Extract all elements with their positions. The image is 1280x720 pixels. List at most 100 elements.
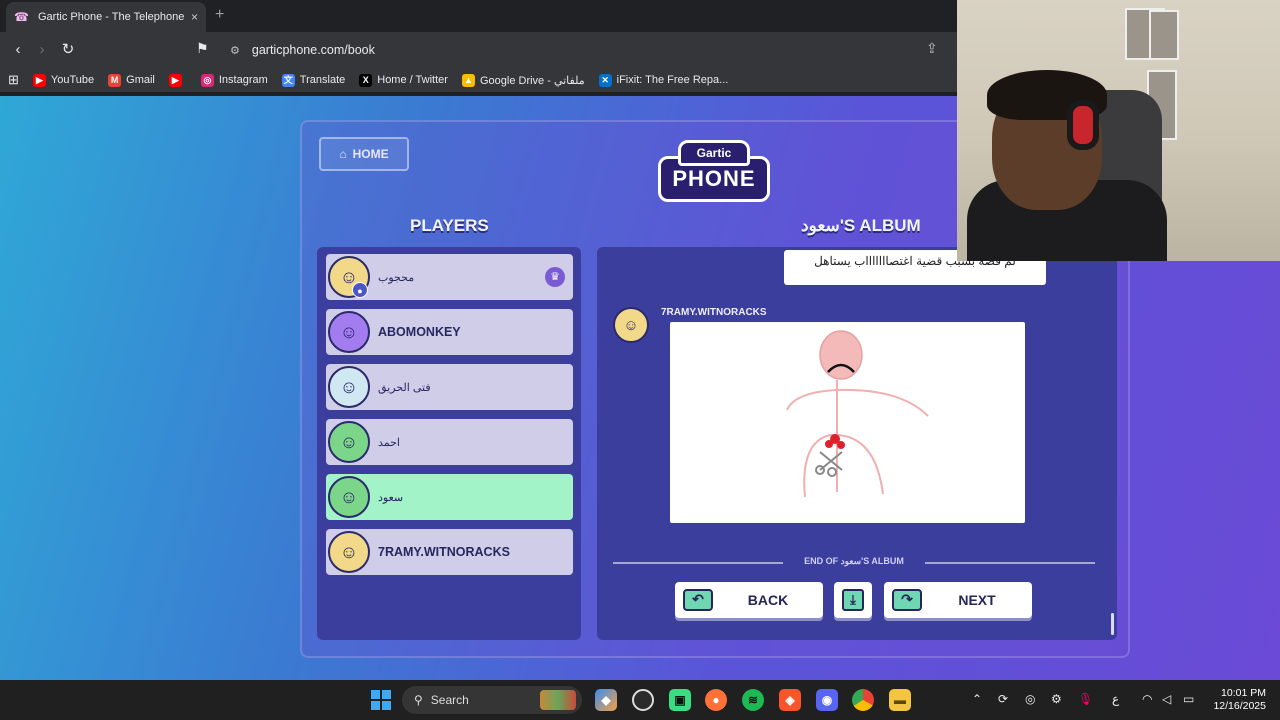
album-scrollbar[interactable] [1111, 613, 1114, 635]
bookmark-item[interactable]: ✕ iFixit: The Free Repa... [598, 73, 728, 87]
brave-icon[interactable]: ◈ [779, 689, 801, 711]
system-clock[interactable]: 10:01 PM 12/16/2025 [1213, 687, 1266, 713]
browser-toolbar: ‹ › ↻ ⚑ ⚙ garticphone.com/book ⇪ [0, 32, 957, 68]
share-icon[interactable]: ⇪ [926, 40, 938, 57]
player-row[interactable]: ☺ ● محجوب ♛ [326, 254, 573, 300]
stick-figure-drawing [786, 330, 929, 498]
back-arrow-icon[interactable]: ‹ [8, 40, 28, 60]
file-explorer-icon[interactable]: ▬ [889, 689, 911, 711]
player-name: احمد [378, 436, 400, 449]
player-name: ABOMONKEY [378, 325, 461, 339]
apps-grid-icon[interactable]: ⊞ [8, 72, 19, 88]
home-label: HOME [352, 147, 389, 161]
address-bar[interactable]: ⚙ garticphone.com/book [222, 37, 952, 63]
gartic-favicon-icon: ☎ [14, 10, 29, 24]
bookmark-label: Instagram [218, 74, 268, 86]
windows-taskbar: ⚲ Search ◆ ▣ ● ≋ ◈ ◉ ▬ ⌃ ⟳ ◎ ⚙ 🎙 ع ◠ ◁ ▭… [0, 680, 1280, 720]
instagram-icon: ◎ [200, 73, 214, 87]
drawing-canvas [670, 322, 1025, 523]
home-icon: ⌂ [339, 147, 347, 161]
author-name: 7RAMY.WITNORACKS [661, 307, 767, 318]
forward-arrow-icon[interactable]: › [32, 40, 52, 60]
next-button[interactable]: ↷ NEXT [884, 582, 1032, 618]
site-info-icon[interactable]: ⚙ [230, 44, 240, 57]
players-title: PLAYERS [410, 216, 489, 235]
google-drive-icon: ▲ [461, 73, 475, 87]
bookmark-label: Gmail [126, 74, 155, 86]
player-avatar: ☺ [328, 531, 370, 573]
search-icon: ⚲ [414, 693, 423, 707]
microphone-icon[interactable]: 🎙 [1078, 692, 1093, 706]
url-text: garticphone.com/book [251, 43, 375, 57]
start-button[interactable] [371, 690, 391, 710]
bookmark-label: Home / Twitter [377, 74, 448, 86]
bookmarks-bar: ⊞ ▶ YouTube M Gmail ▶ ◎ Instagram 文 Translate X Ho… [0, 68, 957, 92]
chrome-icon[interactable] [852, 689, 874, 711]
clock-date: 12/16/2025 [1213, 700, 1266, 712]
app-circle-icon[interactable] [632, 689, 654, 711]
album-panel: لم قصة بسبب قضية اغتصاااااااب يستاهل ☺ 7… [597, 247, 1117, 640]
download-icon: ⤓ [842, 589, 864, 611]
home-button[interactable]: ⌂ HOME [319, 137, 409, 171]
player-name: سعود [378, 491, 404, 504]
close-tab-icon[interactable]: × [191, 10, 198, 24]
player-row[interactable]: ☺ احمد [326, 419, 573, 465]
android-studio-icon[interactable]: ▣ [669, 689, 691, 711]
steam-icon[interactable]: ⚙ [1051, 692, 1062, 706]
wifi-icon[interactable]: ◠ [1142, 692, 1152, 706]
volume-icon[interactable]: ◁ [1162, 692, 1171, 706]
player-row[interactable]: ☺ سعود [326, 474, 573, 520]
gartic-phone-logo: Gartic PHONE [658, 138, 770, 206]
bookmark-item[interactable]: M Gmail [108, 73, 155, 87]
back-button[interactable]: ↶ BACK [675, 582, 823, 618]
reload-icon[interactable]: ↻ [58, 40, 78, 60]
player-row[interactable]: ☺ فتى الحريق [326, 364, 573, 410]
bookmark-item[interactable]: ▲ Google Drive - ملفاتي [461, 73, 585, 87]
player-row[interactable]: ☺ ABOMONKEY [326, 309, 573, 355]
copilot-icon[interactable]: ◆ [595, 689, 617, 711]
bookmark-item[interactable]: 文 Translate [281, 73, 345, 87]
tray-overflow-icon[interactable]: ⌃ [972, 692, 982, 706]
bookmark-label: Google Drive - ملفاتي [479, 74, 585, 87]
bookmark-item[interactable]: ◎ Instagram [200, 73, 268, 87]
taskbar-search[interactable]: ⚲ Search [402, 686, 582, 714]
player-avatar: ☺ [328, 421, 370, 463]
album-title: سعود'S ALBUM [801, 216, 921, 235]
player-avatar: ☺ [328, 366, 370, 408]
end-of-album-label: END OF سعود'S ALBUM [804, 556, 904, 566]
player-row[interactable]: ☺ 7RAMY.WITNORACKS [326, 529, 573, 575]
player-avatar: ☺ [328, 476, 370, 518]
battery-icon[interactable]: ▭ [1183, 692, 1194, 706]
user-badge-icon: ● [352, 282, 368, 298]
sync-icon[interactable]: ⟳ [998, 692, 1008, 706]
bookmark-item[interactable]: ▶ [168, 73, 187, 87]
player-name: 7RAMY.WITNORACKS [378, 545, 510, 559]
next-arrow-icon: ↷ [892, 589, 922, 611]
tab-bar: ☎ Gartic Phone - The Telephone Game × + [0, 0, 957, 32]
spotify-icon[interactable]: ≋ [742, 689, 764, 711]
browser-tab[interactable]: ☎ Gartic Phone - The Telephone Game × [6, 2, 206, 32]
new-tab-button[interactable]: + [215, 6, 224, 24]
ifixit-icon: ✕ [598, 73, 612, 87]
gmail-icon: M [108, 73, 122, 87]
youtube-icon: ▶ [32, 73, 46, 87]
bookmark-icon[interactable]: ⚑ [196, 40, 209, 57]
translate-icon: 文 [281, 73, 295, 87]
players-panel: ☺ ● محجوب ♛ ☺ ABOMONKEY ☺ فتى الحريق ☺ احمد ☺ سعود ☺… [317, 247, 581, 640]
back-arrow-icon: ↶ [683, 589, 713, 611]
firefox-icon[interactable]: ● [705, 689, 727, 711]
app-tray-icon[interactable]: ◎ [1025, 692, 1035, 706]
language-indicator[interactable]: ع [1112, 692, 1119, 706]
bookmark-label: YouTube [50, 74, 95, 86]
headset-icon [1067, 100, 1099, 150]
bookmark-item[interactable]: ▶ YouTube [32, 73, 95, 87]
search-highlight-image [540, 690, 576, 710]
webcam-overlay [957, 0, 1280, 261]
download-button[interactable]: ⤓ [834, 582, 872, 618]
bookmark-item[interactable]: X Home / Twitter [359, 73, 448, 87]
clock-time: 10:01 PM [1221, 687, 1266, 699]
author-avatar: ☺ [613, 307, 649, 343]
discord-icon[interactable]: ◉ [816, 689, 838, 711]
tab-title: Gartic Phone - The Telephone Game [38, 11, 185, 23]
crown-icon: ♛ [545, 267, 565, 287]
